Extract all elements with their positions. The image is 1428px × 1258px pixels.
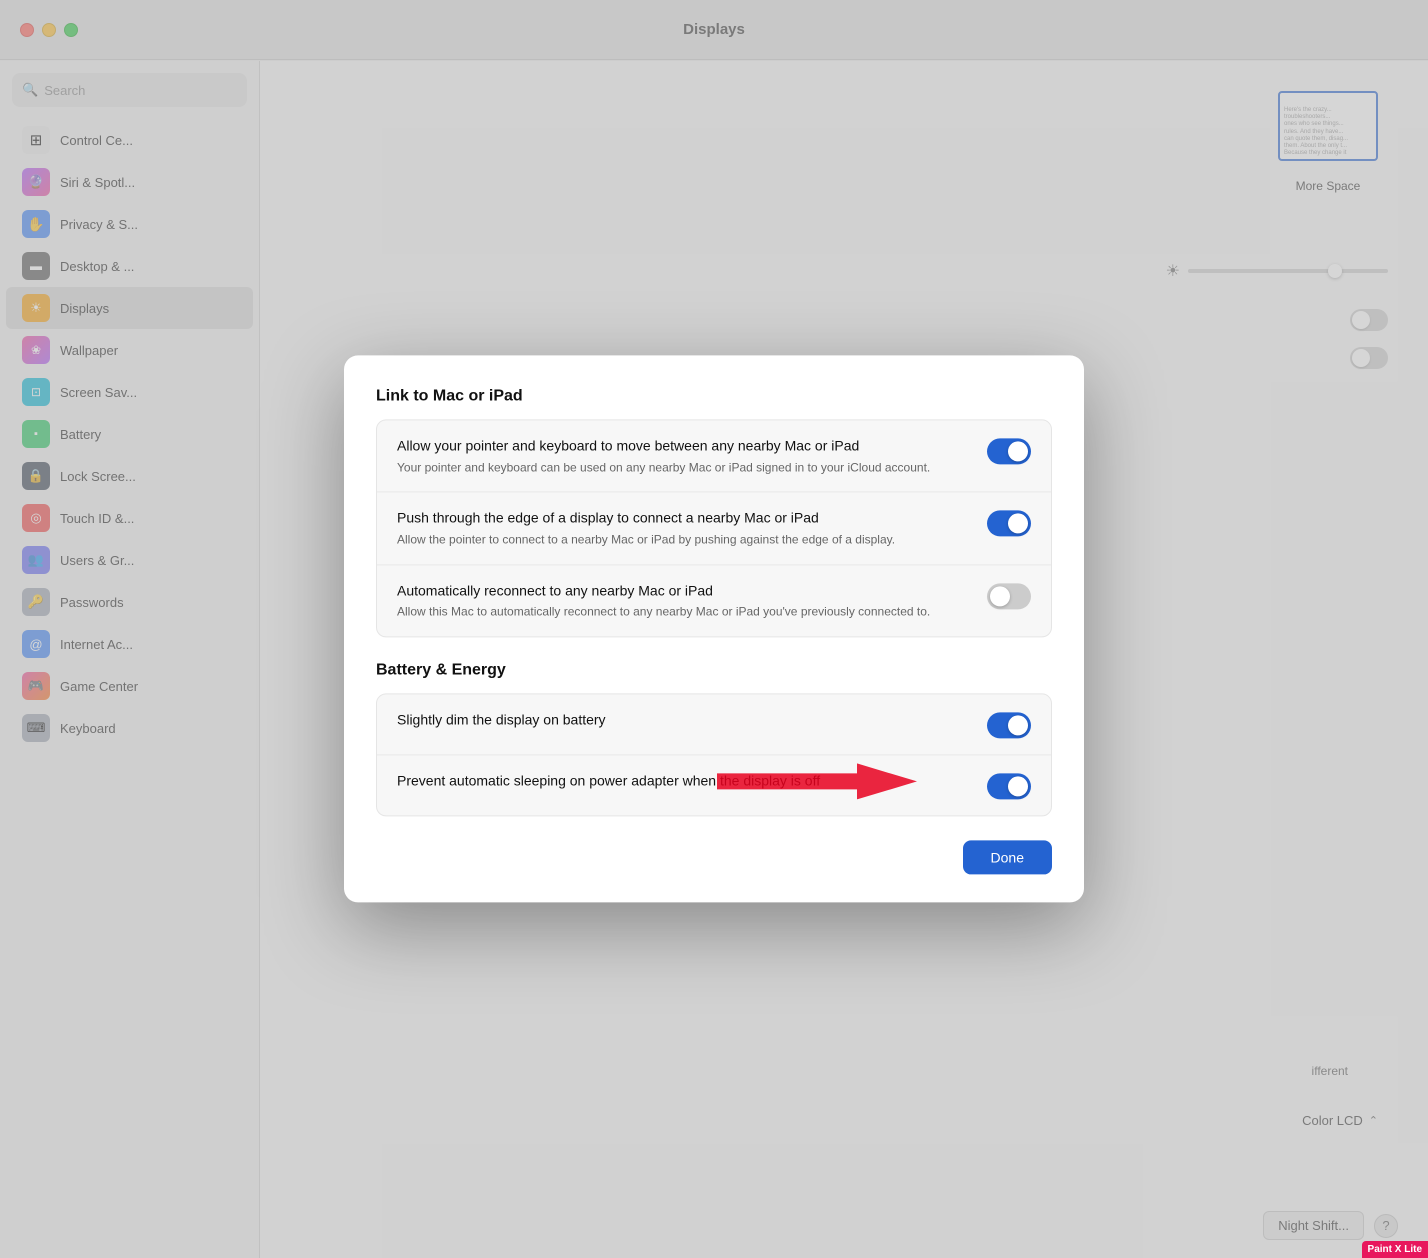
link-settings-group: Allow your pointer and keyboard to move …	[376, 419, 1052, 637]
modal-footer: Done	[376, 841, 1052, 875]
modal-dialog: Link to Mac or iPad Allow your pointer a…	[344, 355, 1084, 902]
done-button[interactable]: Done	[963, 841, 1052, 875]
setting-row-dim-battery: Slightly dim the display on battery	[377, 695, 1051, 756]
battery-section-title: Battery & Energy	[376, 662, 1052, 680]
paint-x-lite-badge: Paint X Lite	[1362, 1241, 1428, 1258]
setting-text-auto-reconnect: Automatically reconnect to any nearby Ma…	[397, 581, 971, 620]
setting-title-pointer-keyboard: Allow your pointer and keyboard to move …	[397, 436, 971, 456]
setting-title-auto-reconnect: Automatically reconnect to any nearby Ma…	[397, 581, 971, 601]
setting-title-dim-battery: Slightly dim the display on battery	[397, 711, 971, 731]
setting-row-pointer-keyboard: Allow your pointer and keyboard to move …	[377, 420, 1051, 492]
setting-row-push-edge: Push through the edge of a display to co…	[377, 493, 1051, 565]
setting-desc-pointer-keyboard: Your pointer and keyboard can be used on…	[397, 459, 971, 476]
setting-row-prevent-sleep: Prevent automatic sleeping on power adap…	[377, 756, 1051, 816]
toggle-push-edge[interactable]	[987, 511, 1031, 537]
setting-text-push-edge: Push through the edge of a display to co…	[397, 509, 971, 548]
setting-desc-auto-reconnect: Allow this Mac to automatically reconnec…	[397, 604, 971, 621]
setting-text-pointer-keyboard: Allow your pointer and keyboard to move …	[397, 436, 971, 475]
battery-settings-group: Slightly dim the display on battery Prev…	[376, 694, 1052, 817]
toggle-dim-battery[interactable]	[987, 713, 1031, 739]
setting-title-push-edge: Push through the edge of a display to co…	[397, 509, 971, 529]
setting-desc-push-edge: Allow the pointer to connect to a nearby…	[397, 531, 971, 548]
setting-text-dim-battery: Slightly dim the display on battery	[397, 711, 971, 731]
link-section-title: Link to Mac or iPad	[376, 387, 1052, 405]
toggle-prevent-sleep[interactable]	[987, 774, 1031, 800]
toggle-auto-reconnect[interactable]	[987, 583, 1031, 609]
red-arrow-annotation	[717, 764, 917, 800]
toggle-pointer-keyboard[interactable]	[987, 438, 1031, 464]
background-window: Displays 🔍 Search ⊞ Control Ce... 🔮 Siri…	[0, 0, 1428, 1258]
setting-row-auto-reconnect: Automatically reconnect to any nearby Ma…	[377, 565, 1051, 636]
